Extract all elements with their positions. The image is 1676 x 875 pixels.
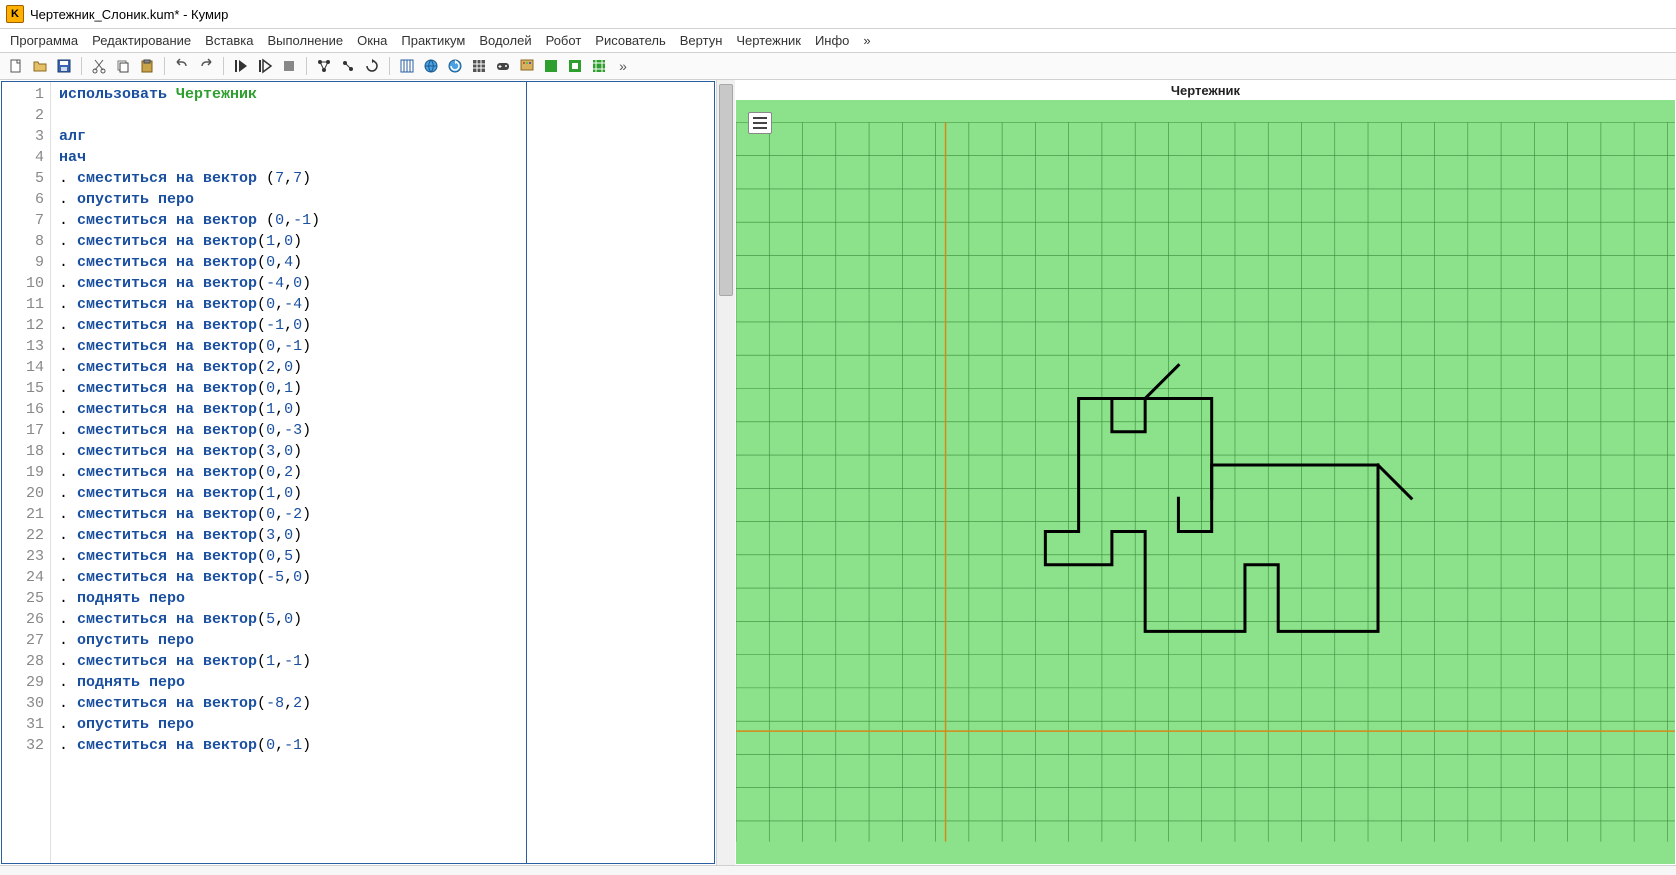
line-gutter: 1234567891011121314151617181920212223242… [2,82,51,863]
stop-icon[interactable] [279,56,299,76]
code-line[interactable]: . сместиться на вектор(0,-2) [59,504,714,525]
code-line[interactable]: . сместиться на вектор(1,-1) [59,651,714,672]
paint-icon[interactable] [517,56,537,76]
code-line[interactable]: . сместиться на вектор(2,0) [59,357,714,378]
code-line[interactable]: . сместиться на вектор(-1,0) [59,315,714,336]
code-line[interactable]: . опустить перо [59,630,714,651]
menu-item-6[interactable]: Водолей [479,33,531,48]
cut-icon[interactable] [89,56,109,76]
code-line[interactable]: . сместиться на вектор(0,-3) [59,420,714,441]
save-file-icon[interactable] [54,56,74,76]
green2-icon[interactable] [565,56,585,76]
code-line[interactable]: . сместиться на вектор(1,0) [59,483,714,504]
open-file-icon[interactable] [30,56,50,76]
menu-item-12[interactable]: » [863,33,870,48]
code-line[interactable]: . сместиться на вектор(0,5) [59,546,714,567]
code-line[interactable]: . сместиться на вектор(3,0) [59,441,714,462]
copy-icon[interactable] [113,56,133,76]
code-line[interactable]: . опустить перо [59,714,714,735]
new-file-icon[interactable] [6,56,26,76]
green3-icon[interactable] [589,56,609,76]
redo-icon[interactable] [196,56,216,76]
menu-item-7[interactable]: Робот [546,33,582,48]
app-logo-icon: K [6,5,24,23]
code-line[interactable]: . опустить перо [59,189,714,210]
code-line[interactable]: . сместиться на вектор(-8,2) [59,693,714,714]
code-line[interactable]: . сместиться на вектор(0,1) [59,378,714,399]
drawing-canvas[interactable] [736,100,1675,864]
editor-scrollbar[interactable] [716,80,735,865]
green1-icon[interactable] [541,56,561,76]
code-line[interactable]: . сместиться на вектор(1,0) [59,399,714,420]
scroll-thumb[interactable] [719,84,733,296]
titlebar: K Чертежник_Слоник.kum* - Кумир [0,0,1676,29]
menu-item-4[interactable]: Окна [357,33,387,48]
menu-item-8[interactable]: Рисователь [595,33,665,48]
reload-icon[interactable] [445,56,465,76]
menu-item-2[interactable]: Вставка [205,33,253,48]
code-line[interactable]: . сместиться на вектор(0,-1) [59,336,714,357]
menu-item-0[interactable]: Программа [10,33,78,48]
code-line[interactable]: . сместиться на вектор(-5,0) [59,567,714,588]
menubar: Программа Редактирование Вставка Выполнение… [0,29,1676,53]
undo-icon[interactable] [172,56,192,76]
graph-icon[interactable] [314,56,334,76]
menu-item-1[interactable]: Редактирование [92,33,191,48]
code-line[interactable]: . сместиться на вектор(3,0) [59,525,714,546]
statusbar [0,865,1676,875]
globe-icon[interactable] [421,56,441,76]
code-line[interactable]: . сместиться на вектор(0,2) [59,462,714,483]
code-line[interactable]: . сместиться на вектор(5,0) [59,609,714,630]
code-area[interactable]: использовать Чертежник алгнач. сместитьс… [51,82,714,863]
code-line[interactable]: . сместиться на вектор (7,7) [59,168,714,189]
menu-item-10[interactable]: Чертежник [736,33,801,48]
grid-icon[interactable] [469,56,489,76]
loop-icon[interactable] [362,56,382,76]
code-line[interactable]: . сместиться на вектор(0,4) [59,252,714,273]
canvas-panel-title: Чертежник [736,81,1675,100]
code-line[interactable] [59,105,714,126]
code-editor[interactable]: 1234567891011121314151617181920212223242… [1,81,715,864]
node-icon[interactable] [338,56,358,76]
step-icon[interactable] [255,56,275,76]
menu-item-3[interactable]: Выполнение [267,33,343,48]
run-icon[interactable] [231,56,251,76]
code-line[interactable]: использовать Чертежник [59,84,714,105]
code-line[interactable]: . сместиться на вектор(1,0) [59,231,714,252]
code-line[interactable]: . сместиться на вектор (0,-1) [59,210,714,231]
window-title: Чертежник_Слоник.kum* - Кумир [30,7,228,22]
ruler-icon[interactable] [397,56,417,76]
menu-item-5[interactable]: Практикум [401,33,465,48]
menu-item-9[interactable]: Вертун [680,33,723,48]
code-line[interactable]: . сместиться на вектор(0,-1) [59,735,714,756]
more-icon[interactable]: » [613,56,633,76]
gamepad-icon[interactable] [493,56,513,76]
code-line[interactable]: алг [59,126,714,147]
paste-icon[interactable] [137,56,157,76]
code-line[interactable]: . сместиться на вектор(-4,0) [59,273,714,294]
code-line[interactable]: . сместиться на вектор(0,-4) [59,294,714,315]
code-line[interactable]: . поднять перо [59,672,714,693]
toolbar: » [0,53,1676,80]
canvas-menu-icon[interactable] [748,112,772,134]
code-line[interactable]: . поднять перо [59,588,714,609]
code-line[interactable]: нач [59,147,714,168]
editor-split-line [526,82,527,863]
menu-item-11[interactable]: Инфо [815,33,849,48]
